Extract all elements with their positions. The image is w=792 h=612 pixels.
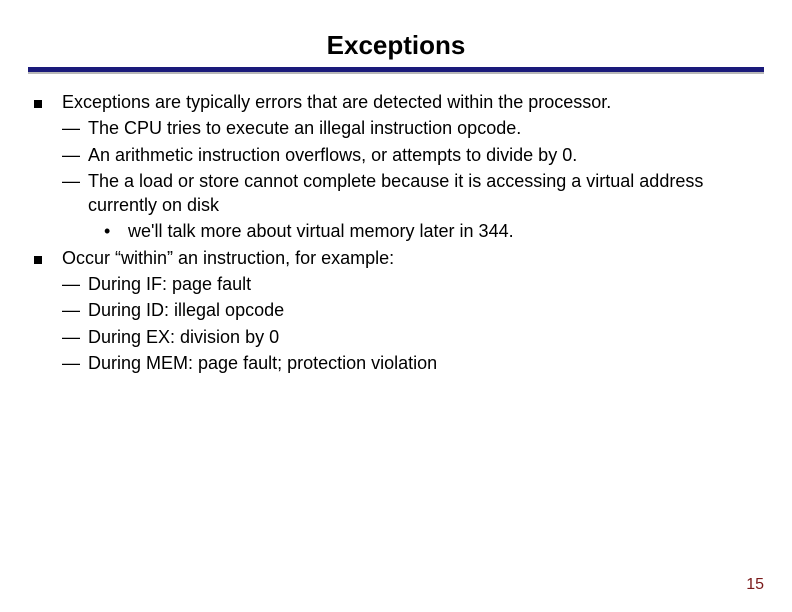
page-number: 15 [746,576,764,594]
bullet-text: The a load or store cannot complete beca… [88,169,758,218]
bullet-text: Exceptions are typically errors that are… [62,90,611,114]
dash-bullet-icon: — [62,169,88,218]
bullet-level3: • we'll talk more about virtual memory l… [104,219,758,243]
dash-bullet-icon: — [62,116,88,140]
slide: Exceptions Exceptions are typically erro… [0,0,792,612]
bullet-level2: — During MEM: page fault; protection vio… [62,351,758,375]
bullet-level2: — During ID: illegal opcode [62,298,758,322]
bullet-text: During ID: illegal opcode [88,298,284,322]
bullet-text: Occur “within” an instruction, for examp… [62,246,394,270]
dot-bullet-icon: • [104,219,128,243]
slide-title: Exceptions [0,0,792,67]
slide-body: Exceptions are typically errors that are… [0,74,792,375]
dash-bullet-icon: — [62,272,88,296]
dash-bullet-icon: — [62,143,88,167]
bullet-text: The CPU tries to execute an illegal inst… [88,116,521,140]
bullet-text: During MEM: page fault; protection viola… [88,351,437,375]
bullet-text: we'll talk more about virtual memory lat… [128,219,514,243]
bullet-level1: Occur “within” an instruction, for examp… [34,246,758,270]
bullet-text: An arithmetic instruction overflows, or … [88,143,577,167]
square-bullet-icon [34,246,62,270]
bullet-level2: — The a load or store cannot complete be… [62,169,758,218]
square-bullet-icon [34,90,62,114]
dash-bullet-icon: — [62,325,88,349]
title-rule [28,67,764,74]
dash-bullet-icon: — [62,351,88,375]
bullet-level1: Exceptions are typically errors that are… [34,90,758,114]
bullet-level2: — During EX: division by 0 [62,325,758,349]
bullet-text: During IF: page fault [88,272,251,296]
bullet-level2: — During IF: page fault [62,272,758,296]
bullet-text: During EX: division by 0 [88,325,279,349]
dash-bullet-icon: — [62,298,88,322]
bullet-level2: — An arithmetic instruction overflows, o… [62,143,758,167]
bullet-level2: — The CPU tries to execute an illegal in… [62,116,758,140]
